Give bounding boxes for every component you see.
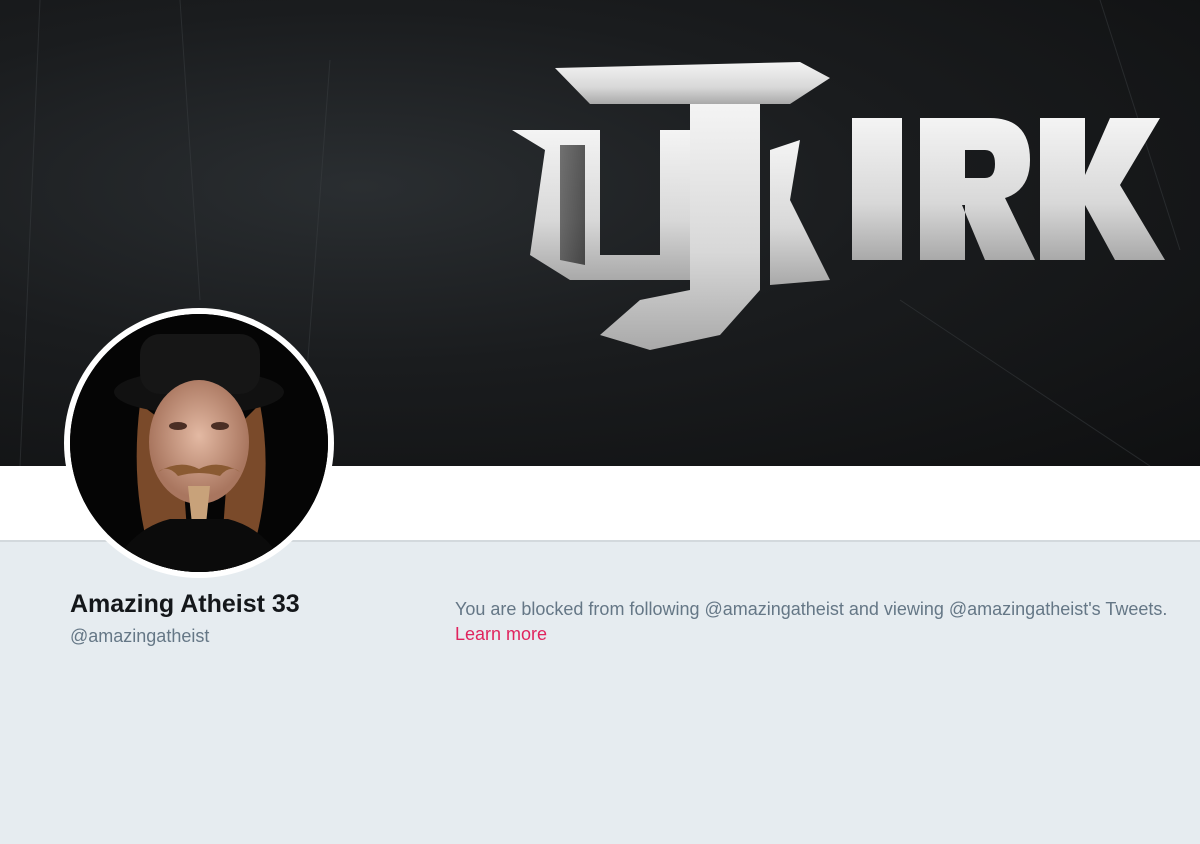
avatar-photo: [70, 314, 328, 572]
blocked-message-text: You are blocked from following @amazinga…: [455, 599, 1168, 619]
profile-name[interactable]: Amazing Atheist 33: [70, 590, 300, 619]
blocked-notice: You are blocked from following @amazinga…: [455, 597, 1185, 647]
profile-handle[interactable]: @amazingatheist: [70, 626, 209, 647]
profile-avatar[interactable]: [64, 308, 334, 578]
learn-more-link[interactable]: Learn more: [455, 624, 547, 644]
profile-page: Amazing Atheist 33 @amazingatheist You a…: [0, 0, 1200, 844]
